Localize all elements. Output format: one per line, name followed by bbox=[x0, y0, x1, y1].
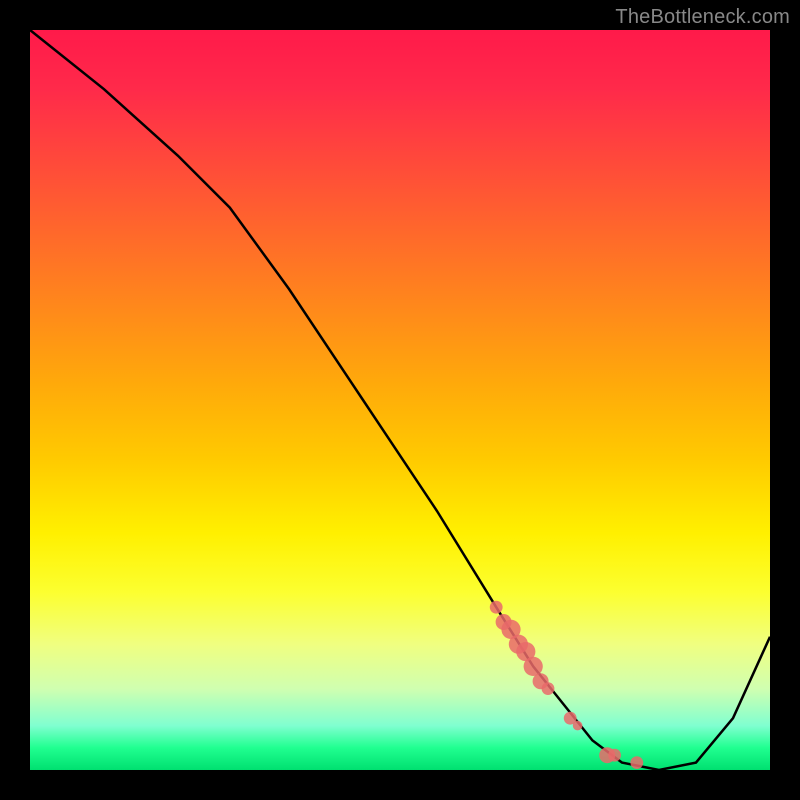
bottleneck-curve-line bbox=[30, 30, 770, 770]
point-mid2 bbox=[573, 721, 583, 731]
watermark-text: TheBottleneck.com bbox=[615, 6, 790, 29]
cluster-start bbox=[490, 601, 503, 614]
data-markers bbox=[490, 601, 643, 769]
cluster-e bbox=[524, 657, 543, 676]
point-low2 bbox=[608, 749, 621, 762]
chart-container: TheBottleneck.com bbox=[0, 0, 800, 800]
cluster-end bbox=[542, 682, 555, 695]
chart-overlay bbox=[30, 30, 770, 770]
point-low3 bbox=[630, 756, 643, 769]
